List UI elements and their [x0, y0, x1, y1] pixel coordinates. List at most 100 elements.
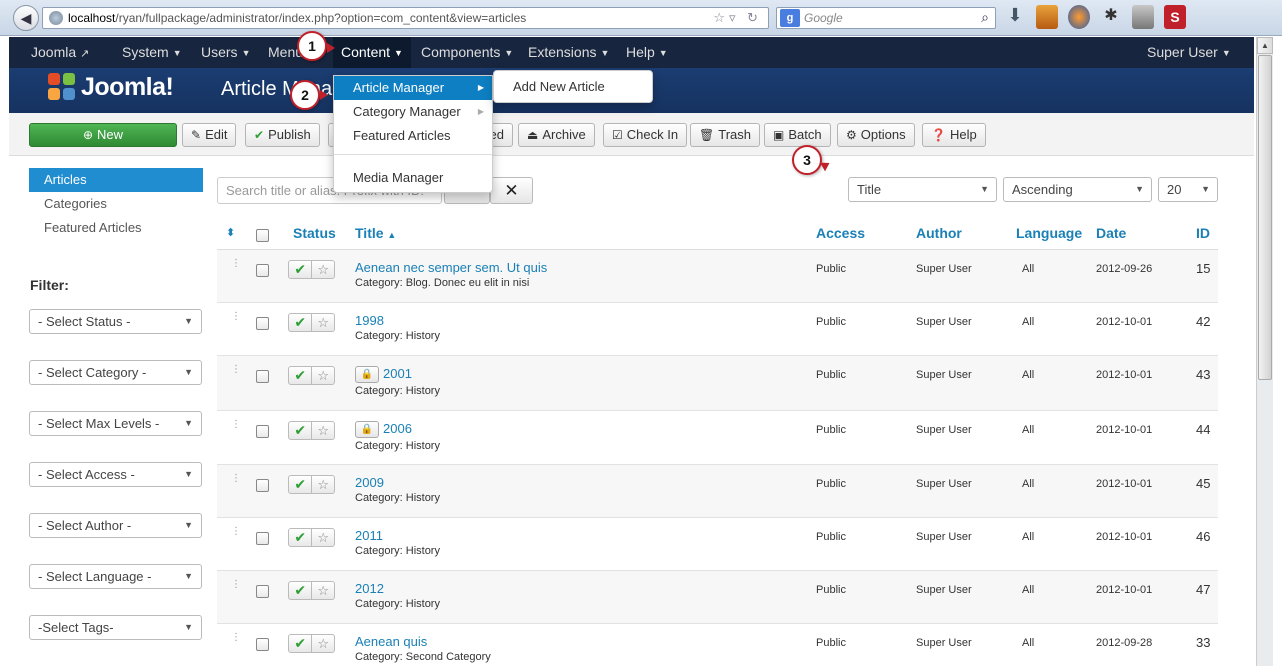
ordering-sort-icon[interactable]: ⬍ — [226, 226, 235, 239]
status-toggle[interactable]: ✔ ☆ — [288, 581, 335, 600]
drag-handle-icon[interactable]: ⋮ — [231, 580, 241, 590]
filter-access-select[interactable]: - Select Access - ▼ — [29, 462, 202, 487]
column-date[interactable]: Date — [1096, 225, 1126, 241]
filter-category-select[interactable]: - Select Category - ▼ — [29, 360, 202, 385]
featured-star-icon[interactable]: ☆ — [312, 261, 334, 278]
archive-button[interactable]: ⏏ Archive — [518, 123, 595, 147]
featured-star-icon[interactable]: ☆ — [312, 635, 334, 652]
author-cell[interactable]: Super User — [916, 316, 972, 328]
checkin-button[interactable]: ☑ Check In — [603, 123, 688, 147]
column-title[interactable]: Title ▲ — [355, 225, 396, 241]
table-row[interactable]: ⋮ ✔ ☆ 2009 Category: History Public Super… — [217, 465, 1218, 518]
article-title-link[interactable]: 1998 — [355, 313, 440, 328]
column-access[interactable]: Access — [816, 225, 865, 241]
lock-icon[interactable]: 🔒 — [355, 366, 379, 383]
row-checkbox[interactable] — [256, 425, 269, 438]
published-check-icon[interactable]: ✔ — [289, 422, 313, 439]
nav-components[interactable]: Components ▼ — [421, 37, 513, 68]
filter-tags-select[interactable]: -Select Tags- ▼ — [29, 615, 202, 640]
nav-system[interactable]: System ▼ — [122, 37, 182, 68]
published-check-icon[interactable]: ✔ — [289, 582, 313, 599]
bird-icon[interactable] — [1132, 5, 1154, 29]
author-cell[interactable]: Super User — [916, 637, 972, 649]
page-scrollbar[interactable]: ▲ — [1256, 37, 1273, 666]
row-checkbox[interactable] — [256, 638, 269, 651]
drag-handle-icon[interactable]: ⋮ — [231, 259, 241, 269]
status-toggle[interactable]: ✔ ☆ — [288, 421, 335, 440]
status-toggle[interactable]: ✔ ☆ — [288, 260, 335, 279]
drag-handle-icon[interactable]: ⋮ — [231, 633, 241, 643]
published-check-icon[interactable]: ✔ — [289, 367, 313, 384]
table-row[interactable]: ⋮ ✔ ☆ Aenean nec semper sem. Ut quis Cate… — [217, 250, 1218, 303]
row-checkbox[interactable] — [256, 264, 269, 277]
row-checkbox[interactable] — [256, 317, 269, 330]
drag-handle-icon[interactable]: ⋮ — [231, 527, 241, 537]
table-row[interactable]: ⋮ ✔ ☆ Aenean quis Category: Second Catego… — [217, 624, 1218, 666]
table-row[interactable]: ⋮ ✔ ☆ 🔒 2001 Category: History Public Supe… — [217, 356, 1218, 411]
row-checkbox[interactable] — [256, 532, 269, 545]
bookmark-star-icon[interactable]: ☆▿ ↻ — [713, 10, 762, 26]
new-button[interactable]: ⊕ New — [29, 123, 177, 147]
row-checkbox[interactable] — [256, 585, 269, 598]
author-cell[interactable]: Super User — [916, 531, 972, 543]
article-title-link[interactable]: Aenean quis — [355, 634, 491, 649]
nav-content[interactable]: Content ▼ — [333, 37, 411, 68]
featured-star-icon[interactable]: ☆ — [312, 476, 334, 493]
published-check-icon[interactable]: ✔ — [289, 261, 313, 278]
options-button[interactable]: ⚙ Options — [837, 123, 915, 147]
column-status[interactable]: Status — [293, 225, 336, 241]
google-icon[interactable]: g — [780, 9, 800, 27]
featured-star-icon[interactable]: ☆ — [312, 529, 334, 546]
nav-help[interactable]: Help ▼ — [626, 37, 668, 68]
sort-direction-select[interactable]: Ascending ▼ — [1003, 177, 1152, 202]
magnifier-icon[interactable]: ⌕ — [981, 9, 989, 26]
trash-button[interactable]: 🗑 Trash — [690, 123, 760, 147]
menu-item-category-manager[interactable]: Category Manager ▶ — [334, 100, 492, 124]
menu-item-featured-articles[interactable]: Featured Articles — [334, 124, 492, 148]
help-button[interactable]: ❓ Help — [922, 123, 986, 147]
nav-user-menu[interactable]: Super User ▼ — [1147, 37, 1231, 68]
browser-search-input[interactable]: g Google ⌕ — [776, 7, 996, 29]
featured-star-icon[interactable]: ☆ — [312, 582, 334, 599]
list-limit-select[interactable]: 20 ▼ — [1158, 177, 1218, 202]
status-toggle[interactable]: ✔ ☆ — [288, 528, 335, 547]
published-check-icon[interactable]: ✔ — [289, 635, 313, 652]
s-addon-icon[interactable]: S — [1164, 5, 1186, 29]
sidebar-item-articles[interactable]: Articles — [29, 168, 203, 192]
published-check-icon[interactable]: ✔ — [289, 314, 313, 331]
nav-extensions[interactable]: Extensions ▼ — [528, 37, 609, 68]
status-toggle[interactable]: ✔ ☆ — [288, 366, 335, 385]
back-arrow-icon[interactable]: ◀ — [13, 5, 39, 31]
table-row[interactable]: ⋮ ✔ ☆ 2012 Category: History Public Super… — [217, 571, 1218, 624]
featured-star-icon[interactable]: ☆ — [312, 314, 334, 331]
author-cell[interactable]: Super User — [916, 263, 972, 275]
column-language[interactable]: Language — [1016, 225, 1082, 241]
published-check-icon[interactable]: ✔ — [289, 529, 313, 546]
bug-icon[interactable]: ✱ — [1100, 5, 1122, 29]
featured-star-icon[interactable]: ☆ — [312, 422, 334, 439]
drag-handle-icon[interactable]: ⋮ — [231, 474, 241, 484]
shop-icon[interactable] — [1036, 5, 1058, 29]
select-all-checkbox[interactable] — [256, 229, 269, 242]
nav-users[interactable]: Users ▼ — [201, 37, 250, 68]
filter-author-select[interactable]: - Select Author - ▼ — [29, 513, 202, 538]
article-title-link[interactable]: 2009 — [355, 475, 440, 490]
status-toggle[interactable]: ✔ ☆ — [288, 634, 335, 653]
scroll-thumb[interactable] — [1258, 55, 1272, 380]
drag-handle-icon[interactable]: ⋮ — [231, 365, 241, 375]
drag-handle-icon[interactable]: ⋮ — [231, 420, 241, 430]
status-toggle[interactable]: ✔ ☆ — [288, 313, 335, 332]
publish-button[interactable]: ✔ Publish — [245, 123, 320, 147]
article-title-link[interactable]: 🔒 2001 — [355, 366, 440, 383]
status-toggle[interactable]: ✔ ☆ — [288, 475, 335, 494]
edit-button[interactable]: ✎ Edit — [182, 123, 237, 147]
menu-item-article-manager[interactable]: Article Manager ▶ — [334, 76, 492, 100]
navbar-brand[interactable]: Joomla ↗ — [31, 37, 89, 68]
filter-language-select[interactable]: - Select Language - ▼ — [29, 564, 202, 589]
filter-status-select[interactable]: - Select Status - ▼ — [29, 309, 202, 334]
column-id[interactable]: ID — [1196, 225, 1210, 241]
table-row[interactable]: ⋮ ✔ ☆ 2011 Category: History Public Super… — [217, 518, 1218, 571]
sidebar-item-categories[interactable]: Categories — [29, 192, 203, 216]
sort-field-select[interactable]: Title ▼ — [848, 177, 997, 202]
published-check-icon[interactable]: ✔ — [289, 476, 313, 493]
